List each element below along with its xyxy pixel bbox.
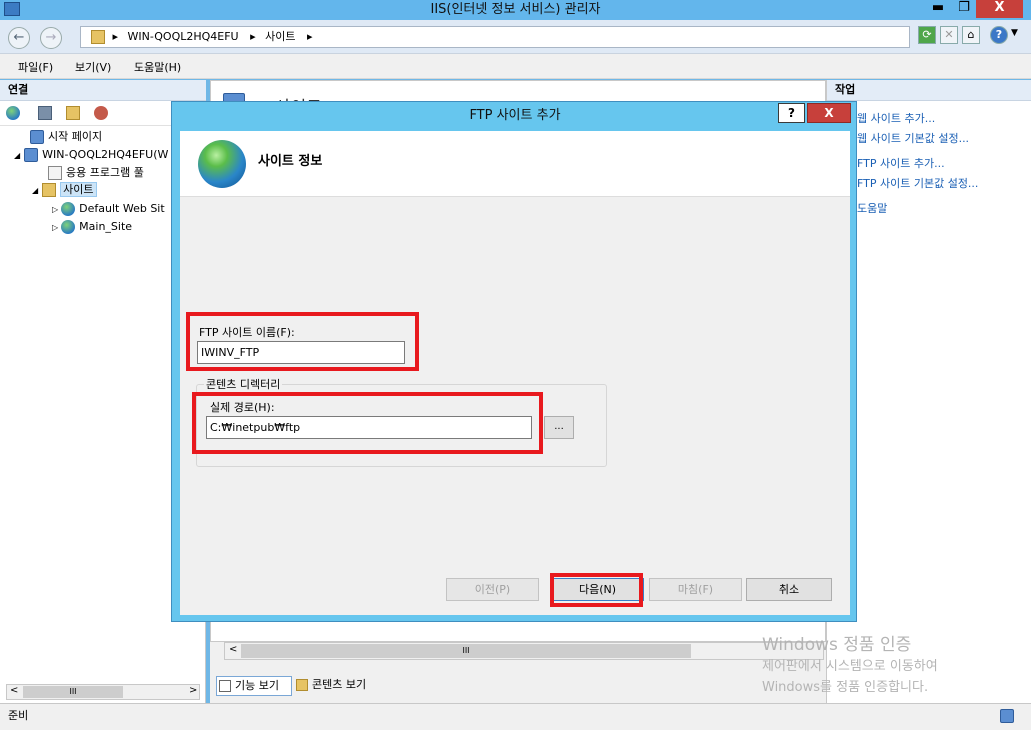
stop-icon[interactable]: ✕ — [940, 26, 958, 44]
tree-label: 시작 페이지 — [48, 130, 103, 143]
action-help[interactable]: 도움말 — [857, 200, 887, 216]
content-directory-label: 콘텐츠 디렉터리 — [204, 376, 283, 392]
browse-button[interactable]: ... — [544, 416, 574, 439]
window-title: IIS(인터넷 정보 서비스) 관리자 — [430, 2, 601, 17]
highlight-site-name — [186, 312, 419, 371]
activation-watermark-title: Windows 정품 인증 — [762, 635, 912, 655]
action-add-ftp-site[interactable]: FTP 사이트 추가... — [857, 155, 945, 171]
save-icon[interactable] — [38, 106, 52, 120]
help-dropdown-icon[interactable]: ▼ — [1011, 28, 1018, 38]
tree-default-web-site[interactable]: ▷ Default Web Sit — [52, 201, 165, 217]
actions-header: 작업 — [827, 80, 1031, 101]
action-add-website[interactable]: 웹 사이트 추가... — [857, 110, 935, 126]
highlight-physical-path — [192, 392, 543, 454]
tree-label: Default Web Sit — [79, 202, 165, 215]
menu-bar: 파일(F) 보기(V) 도움말(H) — [0, 54, 1031, 79]
activation-watermark-line: 제어판에서 시스템으로 이동하여 — [762, 659, 938, 674]
connect-icon[interactable] — [6, 106, 20, 120]
highlight-next-button — [550, 573, 643, 607]
expand-toggle-icon[interactable]: ▷ — [52, 223, 58, 232]
action-website-defaults[interactable]: 웹 사이트 기본값 설정... — [857, 130, 969, 146]
tree-main-site[interactable]: ▷ Main_Site — [52, 219, 132, 235]
breadcrumb-server[interactable]: WIN-QOQL2HQ4EFU — [128, 30, 239, 43]
start-page-icon — [30, 130, 44, 144]
dialog-body: 사이트 정보 FTP 사이트 이름(F): IWINV_FTP 콘텐츠 디렉터리… — [180, 131, 850, 615]
dialog-help-button[interactable]: ? — [778, 103, 805, 123]
tree-label: WIN-QOQL2HQ4EFU(W — [42, 148, 169, 161]
center-hscrollbar[interactable]: < III — [224, 642, 824, 660]
home-icon[interactable]: ⌂ — [962, 26, 980, 44]
sites-folder-icon — [42, 183, 57, 197]
tree-sites[interactable]: ◢ 사이트 — [32, 182, 97, 198]
tree-start-page[interactable]: 시작 페이지 — [30, 129, 102, 145]
tab-label: 기능 보기 — [235, 679, 279, 692]
scroll-thumb[interactable]: III — [241, 644, 691, 658]
globe-icon — [61, 220, 76, 234]
breadcrumb-sites[interactable]: 사이트 — [265, 30, 295, 43]
back-button[interactable]: ← — [8, 27, 30, 49]
tab-content-view[interactable]: 콘텐츠 보기 — [296, 676, 386, 696]
globe-icon — [61, 202, 76, 216]
menu-help[interactable]: 도움말(H) — [134, 59, 181, 75]
action-ftp-site-defaults[interactable]: FTP 사이트 기본값 설정... — [857, 175, 978, 191]
help-icon[interactable]: ? — [990, 26, 1008, 44]
add-ftp-site-dialog: FTP 사이트 추가 ? X 사이트 정보 FTP 사이트 이름(F): IWI… — [171, 101, 857, 622]
up-folder-icon[interactable] — [66, 106, 80, 120]
status-server-icon — [1000, 709, 1014, 723]
tree-server[interactable]: ◢ WIN-QOQL2HQ4EFU(W — [14, 147, 168, 163]
server-icon — [24, 148, 39, 162]
tree-label: 사이트 — [60, 182, 97, 197]
features-view-icon — [219, 680, 231, 692]
scroll-right-arrow[interactable]: > — [189, 685, 197, 696]
status-text: 준비 — [8, 709, 29, 722]
cancel-button[interactable]: 취소 — [746, 578, 832, 601]
menu-file[interactable]: 파일(F) — [18, 59, 53, 75]
finish-button: 마침(F) — [649, 578, 742, 601]
breadcrumb-sep-icon: ▸ — [112, 30, 119, 43]
connections-header: 연결 — [0, 80, 206, 101]
app-pool-icon — [48, 166, 62, 180]
address-toolbar: ← → ▸ WIN-QOQL2HQ4EFU ▸ 사이트 ▸ ⟳ ✕ ⌂ ? ▼ — [0, 20, 1031, 54]
forward-button[interactable]: → — [40, 27, 62, 49]
breadcrumb-sep-icon: ▸ — [250, 30, 256, 43]
tab-features-view[interactable]: 기능 보기 — [216, 676, 292, 696]
activation-watermark-line: Windows를 정품 인증합니다. — [762, 680, 929, 695]
tab-label: 콘텐츠 보기 — [312, 678, 367, 691]
tree-label: Main_Site — [79, 220, 133, 233]
collapse-toggle-icon[interactable]: ◢ — [14, 151, 20, 160]
content-view-icon — [296, 679, 308, 691]
breadcrumb-sep-icon: ▸ — [307, 30, 313, 43]
address-folder-icon — [91, 30, 105, 44]
scroll-left-arrow[interactable]: < — [229, 644, 237, 655]
close-button[interactable]: X — [976, 0, 1023, 18]
restore-button[interactable]: ❐ — [950, 0, 978, 18]
tree-app-pools[interactable]: 응용 프로그램 풀 — [48, 165, 144, 181]
globe-icon — [198, 140, 246, 188]
expand-toggle-icon[interactable]: ▷ — [52, 205, 58, 214]
title-bar: IIS(인터넷 정보 서비스) 관리자 ▬ ❐ X — [0, 0, 1031, 20]
scroll-left-arrow[interactable]: < — [10, 685, 18, 696]
minimize-button[interactable]: ▬ — [924, 0, 952, 18]
status-bar: 준비 — [0, 703, 1031, 730]
previous-button: 이전(P) — [446, 578, 539, 601]
dialog-close-button[interactable]: X — [807, 103, 851, 123]
tree-label: 응용 프로그램 풀 — [66, 166, 144, 179]
disconnect-icon[interactable] — [94, 106, 108, 120]
collapse-toggle-icon[interactable]: ◢ — [32, 186, 38, 195]
menu-view[interactable]: 보기(V) — [75, 59, 111, 75]
address-breadcrumb[interactable]: ▸ WIN-QOQL2HQ4EFU ▸ 사이트 ▸ — [80, 26, 910, 48]
refresh-icon[interactable]: ⟳ — [918, 26, 936, 44]
scroll-thumb[interactable]: III — [23, 686, 123, 698]
dialog-heading: 사이트 정보 — [258, 154, 323, 169]
dialog-header: 사이트 정보 — [180, 131, 850, 197]
dialog-title: FTP 사이트 추가 — [469, 108, 561, 123]
connections-hscrollbar[interactable]: < III > — [6, 684, 200, 700]
